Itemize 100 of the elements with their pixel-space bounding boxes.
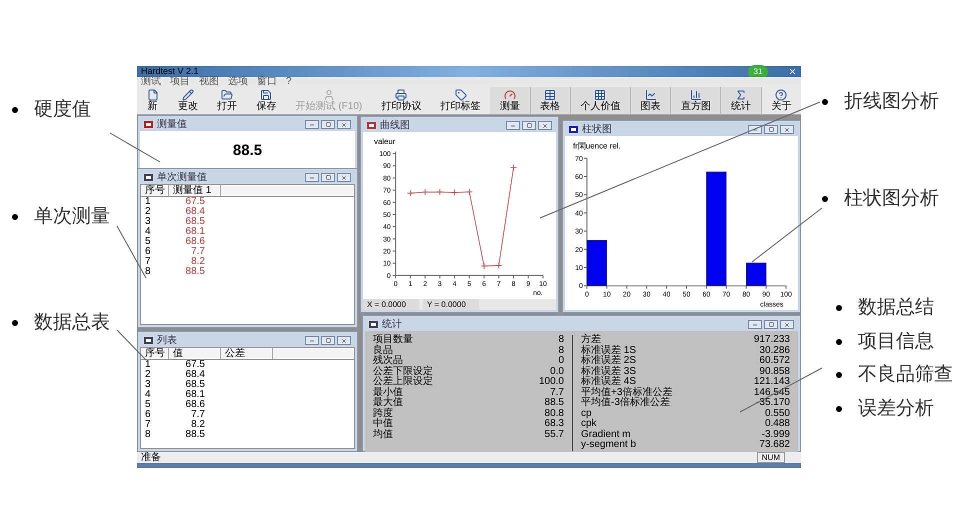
table-cell-text: 68.1 <box>184 227 206 237</box>
table-cell-text: 1 <box>144 360 152 370</box>
measurement-value: 88.5 <box>232 141 262 162</box>
stat-value: 8 <box>558 346 564 356</box>
axis-title: fr閑uence rel. <box>572 141 621 150</box>
data-point <box>480 262 488 270</box>
close-button[interactable] <box>337 173 351 182</box>
stat-label: 标准误差 2S <box>581 356 636 366</box>
maximize-icon <box>768 322 774 327</box>
table-cell-text: 4 <box>144 390 152 400</box>
minimize-button[interactable] <box>305 120 319 129</box>
data-point <box>466 188 473 196</box>
stat-label: 良品 <box>373 346 393 356</box>
window-title: Hardtest V 2.1 <box>141 67 199 76</box>
histogram-bar <box>586 240 608 286</box>
menu-item[interactable]: 测试 <box>141 77 161 87</box>
stat-label: cp <box>581 408 592 418</box>
stat-value: 917.233 <box>754 335 790 346</box>
toolbar-button[interactable]: 打印协议 <box>372 87 432 114</box>
toolbar-button[interactable]: 直方图 <box>671 87 722 114</box>
gauge-icon <box>504 89 516 101</box>
status-text: 准备 <box>141 452 161 462</box>
annotation-label: 硬度值 <box>34 98 91 122</box>
minimize-button[interactable] <box>305 173 319 182</box>
close-button[interactable] <box>538 121 552 130</box>
column-header[interactable]: 值 <box>169 348 221 359</box>
toolbar-button[interactable]: 表格 <box>530 87 571 114</box>
column-header[interactable]: 测量值 1 <box>169 185 221 196</box>
minimize-icon <box>309 122 315 128</box>
toolbar-button[interactable]: 测量 <box>490 87 531 114</box>
minimize-icon <box>752 322 758 328</box>
maximize-button[interactable] <box>321 120 335 129</box>
stat-label: 跨度 <box>373 408 393 418</box>
minimize-button[interactable] <box>748 320 762 329</box>
close-button[interactable] <box>337 336 351 345</box>
menu-item[interactable]: ? <box>286 77 292 87</box>
close-button[interactable] <box>337 120 351 129</box>
table-cell-text: 5 <box>144 237 152 247</box>
leader-line <box>116 330 146 360</box>
table-cell-text: 7 <box>144 257 152 267</box>
help-icon <box>775 89 788 101</box>
column-header[interactable]: 序号 <box>141 348 169 359</box>
column-header[interactable]: 序号 <box>141 185 169 196</box>
table-cell-text: 67.5 <box>184 197 206 207</box>
bar-chart-icon <box>690 89 702 101</box>
table-cell-text: 8.2 <box>190 257 206 267</box>
toolbar-button[interactable]: 图表 <box>631 87 672 114</box>
menu-item[interactable]: 选项 <box>228 77 248 87</box>
stat-value: 73.682 <box>759 440 790 450</box>
minimize-button[interactable] <box>305 336 319 345</box>
table-cell-text: 7 <box>144 420 152 430</box>
maximize-button[interactable] <box>522 121 536 130</box>
stat-value: 8 <box>558 335 564 346</box>
table-cell-text: 68.4 <box>184 370 206 380</box>
toolbar-button[interactable]: 更改 <box>168 87 208 114</box>
stat-value: 0.488 <box>764 419 790 430</box>
toolbar-button[interactable]: 新 <box>137 87 168 114</box>
bullet-icon <box>836 338 842 345</box>
stat-value: 146.545 <box>754 388 790 398</box>
close-button[interactable] <box>780 320 794 329</box>
document-icon <box>146 89 159 101</box>
stat-label: 标准误差 4S <box>581 377 636 387</box>
maximize-button[interactable] <box>764 125 778 134</box>
toolbar-button[interactable]: 打开 <box>207 87 247 114</box>
data-point <box>451 189 458 196</box>
toolbar-button[interactable]: 统计 <box>721 87 762 114</box>
bullet-icon <box>12 107 18 114</box>
stat-value: 88.5 <box>544 398 564 408</box>
toolbar-button[interactable]: 打印标签 <box>431 87 490 114</box>
coordinate-readout: X = 0.0000 <box>363 299 419 310</box>
stat-value: 121.143 <box>754 377 790 388</box>
table-cell-text: 5 <box>144 400 152 410</box>
toolbar-button[interactable]: 个人价值 <box>570 87 632 114</box>
close-button[interactable] <box>780 125 794 134</box>
maximize-button[interactable] <box>321 173 335 182</box>
column-header[interactable]: 公差 <box>221 348 273 359</box>
menu-item[interactable]: 窗口 <box>257 77 277 87</box>
table-cell-text: 6 <box>144 247 152 257</box>
menu-item[interactable]: 项目 <box>170 77 190 87</box>
toolbar-button[interactable]: 保存 <box>246 87 286 114</box>
bullet-icon <box>822 196 828 202</box>
stat-label: 公差下限设定 <box>373 366 433 376</box>
stat-value: 0.550 <box>764 408 790 419</box>
minimize-button[interactable] <box>506 121 520 130</box>
stat-label: 最大值 <box>373 398 403 408</box>
toolbar-button[interactable]: 关于 <box>762 87 801 114</box>
maximize-button[interactable] <box>321 336 335 345</box>
table-cell-text: 2 <box>144 207 152 217</box>
annotation-label: 不良品筛查 <box>858 363 953 387</box>
table-cell-text: 67.5 <box>184 360 206 370</box>
table-cell-text: 68.6 <box>184 237 206 247</box>
menu-item[interactable]: 视图 <box>199 77 219 87</box>
stat-label: 公差上限设定 <box>373 377 433 387</box>
maximize-button[interactable] <box>764 320 778 329</box>
close-icon[interactable] <box>788 67 797 76</box>
notification-badge: 31 <box>748 64 768 78</box>
stat-label: 标准误差 1S <box>581 346 636 356</box>
table-cell-text: 4 <box>144 227 152 237</box>
maximize-icon <box>326 122 330 127</box>
table-cell-text: 7.7 <box>190 410 206 420</box>
